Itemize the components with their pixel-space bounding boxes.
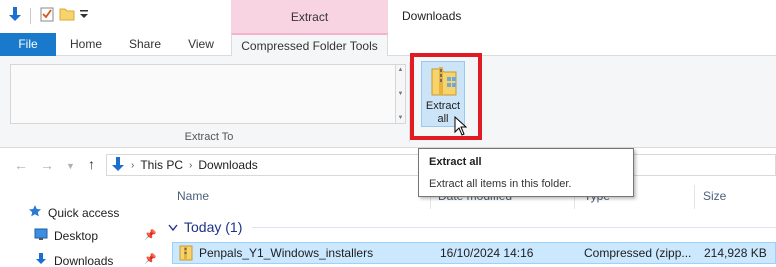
- extract-to-gallery[interactable]: [10, 64, 396, 124]
- qat-dropdown-icon[interactable]: [79, 8, 89, 23]
- title-bar: Extract Downloads: [0, 0, 776, 33]
- file-date: 16/10/2024 14:16: [440, 246, 534, 260]
- tab-share[interactable]: Share: [123, 33, 167, 56]
- address-bar: ← → ▼ ↑ › This PC › Downloads: [0, 149, 776, 181]
- star-icon: [28, 204, 42, 221]
- crumb-separator[interactable]: ›: [131, 160, 134, 171]
- tooltip-extract-all: Extract all Extract all items in this fo…: [418, 148, 634, 197]
- tab-home[interactable]: Home: [61, 33, 111, 56]
- pin-icon[interactable]: 📌: [144, 230, 156, 241]
- ribbon-tabs: File Home Share View Compressed Folder T…: [0, 33, 776, 57]
- nav-item-label: Quick access: [48, 205, 120, 220]
- file-type: Compressed (zipp...: [584, 246, 692, 260]
- context-group-extract: Extract: [231, 0, 388, 33]
- nav-item-label: Downloads: [54, 253, 114, 267]
- cursor-icon: [454, 115, 468, 139]
- zip-icon: [179, 245, 193, 264]
- scroll-up-icon[interactable]: ▲: [398, 67, 404, 73]
- file-name[interactable]: Penpals_Y1_Windows_installers: [199, 246, 373, 260]
- quick-access-toolbar: [8, 6, 89, 25]
- nav-item-downloads[interactable]: Downloads: [34, 252, 113, 267]
- crumb-separator[interactable]: ›: [189, 160, 192, 171]
- recent-dropdown-icon[interactable]: ▼: [66, 161, 75, 171]
- forward-arrow-icon[interactable]: →: [40, 157, 54, 173]
- up-arrow-icon[interactable]: ↑: [88, 156, 95, 172]
- column-header-name[interactable]: Name: [177, 189, 209, 203]
- highlight-annotation: [410, 53, 482, 140]
- breadcrumb-downloads[interactable]: Downloads: [198, 158, 257, 172]
- chevron-down-icon: [168, 219, 178, 235]
- group-header-label: Today (1): [184, 219, 243, 235]
- desktop-icon: [34, 228, 48, 243]
- gallery-expand-icon[interactable]: ▼: [398, 115, 404, 121]
- downloads-icon: [34, 252, 48, 267]
- tab-file[interactable]: File: [0, 33, 56, 56]
- nav-item-desktop[interactable]: Desktop: [34, 228, 98, 243]
- tooltip-title: Extract all: [429, 156, 482, 168]
- ribbon: ▲ ▼ ▼ Extract To Extract all: [0, 56, 776, 148]
- column-header-size[interactable]: Size: [703, 189, 726, 203]
- tooltip-body: Extract all items in this folder.: [429, 178, 572, 190]
- tab-view[interactable]: View: [180, 33, 222, 56]
- group-label-extract-to: Extract To: [184, 131, 234, 143]
- table-row[interactable]: Penpals_Y1_Windows_installers 16/10/2024…: [172, 242, 776, 264]
- group-header-today[interactable]: Today (1): [168, 219, 242, 235]
- column-divider[interactable]: [694, 185, 695, 209]
- group-divider: [252, 227, 776, 228]
- properties-icon[interactable]: [39, 6, 55, 25]
- nav-item-quick-access[interactable]: Quick access: [28, 204, 119, 221]
- breadcrumb-this-pc[interactable]: This PC: [140, 158, 183, 172]
- pin-icon[interactable]: 📌: [144, 254, 156, 265]
- gallery-scroll[interactable]: ▲ ▼ ▼: [396, 64, 406, 124]
- downloads-path-icon: [111, 156, 125, 175]
- navigation-pane: Quick access Desktop 📌 Downloads 📌: [0, 181, 162, 267]
- down-arrow-icon[interactable]: [8, 6, 22, 25]
- back-arrow-icon[interactable]: ←: [14, 157, 28, 173]
- tab-compressed-folder-tools[interactable]: Compressed Folder Tools: [231, 33, 388, 57]
- file-size: 214,928 KB: [704, 246, 767, 260]
- qat-separator: [30, 7, 31, 24]
- window-title: Downloads: [402, 9, 462, 23]
- scroll-down-icon[interactable]: ▼: [398, 91, 404, 97]
- nav-item-label: Desktop: [54, 228, 99, 243]
- folder-icon[interactable]: [59, 6, 75, 25]
